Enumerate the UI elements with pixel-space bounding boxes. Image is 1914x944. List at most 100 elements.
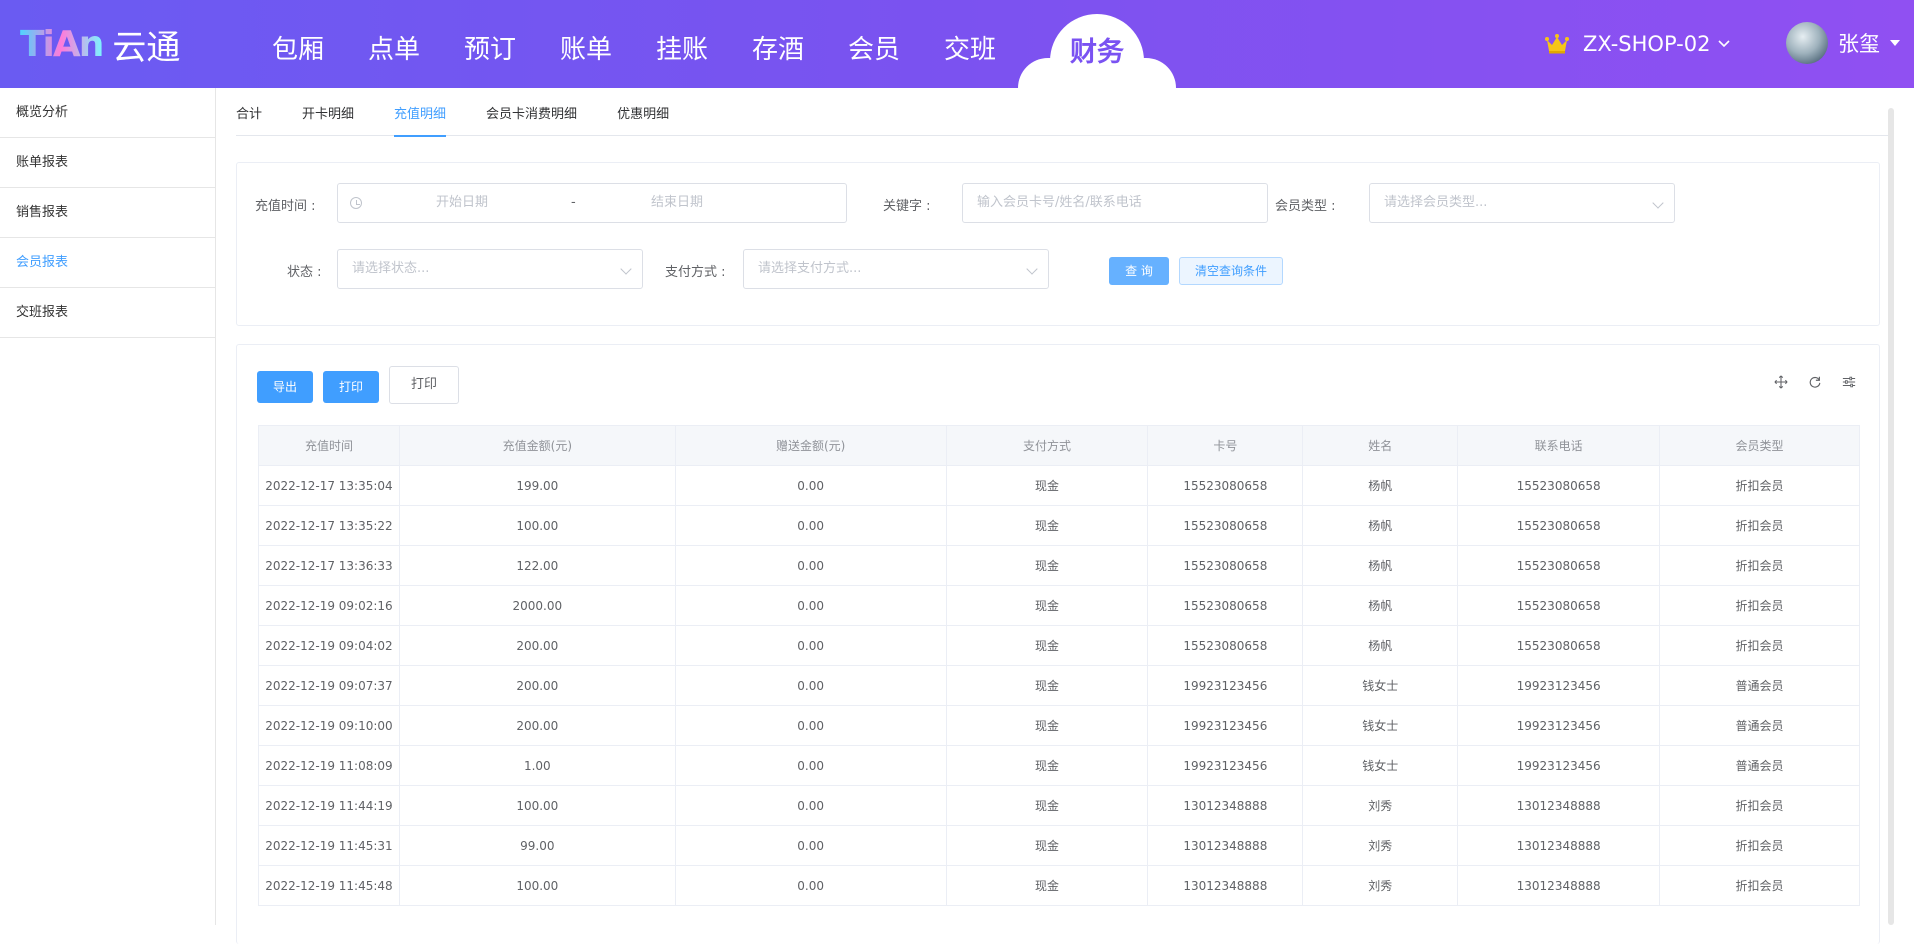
- tab[interactable]: 优惠明细: [617, 104, 669, 136]
- nav-item[interactable]: 账单: [538, 0, 634, 88]
- table-cell: 13012348888: [1457, 825, 1661, 866]
- nav-item[interactable]: 会员: [826, 0, 922, 88]
- scrollbar[interactable]: [1888, 108, 1894, 925]
- table-row[interactable]: 2022-12-19 11:45:48 100.00 0.00 现金 130123488…: [258, 865, 1860, 906]
- table-row[interactable]: 2022-12-17 13:36:33 122.00 0.00 现金 155230806…: [258, 545, 1860, 586]
- table-cell: 2022-12-19 11:45:31: [258, 825, 400, 866]
- table-cell: 199.00: [398, 465, 676, 506]
- table-cell: 普通会员: [1659, 745, 1860, 786]
- column-header[interactable]: 赠送金额(元): [674, 425, 947, 466]
- date-range-picker[interactable]: 开始日期 - 结束日期: [337, 183, 847, 223]
- sidebar-item[interactable]: 账单报表: [0, 138, 215, 188]
- column-header[interactable]: 充值时间: [258, 425, 400, 466]
- table-cell: 杨帆: [1302, 585, 1459, 626]
- member-type-label: 会员类型 :: [1275, 199, 1336, 214]
- logo-mark: TiAn: [20, 23, 104, 65]
- tab[interactable]: 会员卡消费明细: [486, 104, 577, 136]
- table-row[interactable]: 2022-12-19 09:04:02 200.00 0.00 现金 155230806…: [258, 625, 1860, 666]
- table-body: 2022-12-17 13:35:04 199.00 0.00 现金 155230806…: [258, 465, 1860, 906]
- table-cell: 2022-12-17 13:35:22: [258, 505, 400, 546]
- table-cell: 0.00: [674, 545, 947, 586]
- main-nav: 包厢 点单 预订 账单 挂账 存酒 会员 交班: [250, 0, 1018, 88]
- nav-item[interactable]: 交班: [922, 0, 1018, 88]
- column-header[interactable]: 充值金额(元): [398, 425, 676, 466]
- table-row[interactable]: 2022-12-19 11:08:09 1.00 0.00 现金 19923123456…: [258, 745, 1860, 786]
- tab[interactable]: 开卡明细: [302, 104, 354, 136]
- top-header: TiAn 云通 包厢 点单 预订 账单 挂账 存酒 会员 交班 财务 ZX-SHOP-02 张…: [0, 0, 1914, 108]
- table-cell: 15523080658: [1457, 545, 1661, 586]
- table-row[interactable]: 2022-12-19 09:10:00 200.00 0.00 现金 199231234…: [258, 705, 1860, 746]
- query-button[interactable]: 查 询: [1109, 257, 1169, 285]
- table-cell: 15523080658: [1147, 465, 1304, 506]
- main-content: 合计 开卡明细 充值明细 会员卡消费明细 优惠明细 充值时间 : 开始日期 - 结束日期…: [216, 88, 1914, 944]
- nav-item[interactable]: 存酒: [730, 0, 826, 88]
- table-cell: 杨帆: [1302, 465, 1459, 506]
- table-row[interactable]: 2022-12-17 13:35:22 100.00 0.00 现金 155230806…: [258, 505, 1860, 546]
- column-header[interactable]: 会员类型: [1659, 425, 1860, 466]
- column-header[interactable]: 联系电话: [1457, 425, 1661, 466]
- member-type-placeholder: 请选择会员类型...: [1384, 195, 1488, 210]
- sidebar-item[interactable]: 会员报表: [0, 238, 215, 288]
- table-cell: 现金: [945, 705, 1149, 746]
- refresh-icon[interactable]: [1807, 375, 1823, 391]
- print-button[interactable]: 打印: [323, 371, 379, 403]
- table-cell: 0.00: [674, 785, 947, 826]
- shop-selector[interactable]: ZX-SHOP-02: [1545, 32, 1731, 56]
- status-select[interactable]: 请选择状态...: [337, 249, 643, 289]
- table-cell: 13012348888: [1147, 865, 1304, 906]
- table-cell: 刘秀: [1302, 865, 1459, 906]
- table-row[interactable]: 2022-12-19 09:02:16 2000.00 0.00 现金 15523080…: [258, 585, 1860, 626]
- range-separator: -: [571, 195, 576, 210]
- column-header[interactable]: 姓名: [1302, 425, 1459, 466]
- column-header[interactable]: 支付方式: [945, 425, 1149, 466]
- table-row[interactable]: 2022-12-19 11:45:31 99.00 0.00 现金 1301234888…: [258, 825, 1860, 866]
- filter-panel: 充值时间 : 开始日期 - 结束日期 关键字 : 输入会员卡号/姓名/联系电话 …: [236, 162, 1880, 326]
- nav-item[interactable]: 挂账: [634, 0, 730, 88]
- table-row[interactable]: 2022-12-17 13:35:04 199.00 0.00 现金 155230806…: [258, 465, 1860, 506]
- nav-item[interactable]: 包厢: [250, 0, 346, 88]
- table-row[interactable]: 2022-12-19 11:44:19 100.00 0.00 现金 130123488…: [258, 785, 1860, 826]
- start-date-input[interactable]: 开始日期: [436, 184, 488, 222]
- column-header[interactable]: 卡号: [1147, 425, 1304, 466]
- table-cell: 15523080658: [1457, 625, 1661, 666]
- table-cell: 0.00: [674, 665, 947, 706]
- table-cell: 2022-12-19 11:08:09: [258, 745, 400, 786]
- table-cell: 2022-12-19 11:44:19: [258, 785, 400, 826]
- tab[interactable]: 合计: [236, 104, 262, 136]
- table-cell: 折扣会员: [1659, 825, 1860, 866]
- nav-item-finance[interactable]: 财务: [1018, 14, 1176, 108]
- export-button[interactable]: 导出: [257, 371, 313, 403]
- caret-down-icon: [1890, 40, 1900, 46]
- table-row[interactable]: 2022-12-19 09:07:37 200.00 0.00 现金 199231234…: [258, 665, 1860, 706]
- table-cell: 122.00: [398, 545, 676, 586]
- user-menu[interactable]: 张玺: [1786, 22, 1900, 64]
- settings-sliders-icon[interactable]: [1841, 375, 1857, 391]
- end-date-input[interactable]: 结束日期: [651, 184, 703, 222]
- clock-icon: [350, 197, 362, 209]
- pay-method-select[interactable]: 请选择支付方式...: [743, 249, 1049, 289]
- chevron-down-icon: [620, 263, 632, 275]
- table-cell: 1.00: [398, 745, 676, 786]
- nav-item[interactable]: 点单: [346, 0, 442, 88]
- table-cell: 2022-12-19 09:04:02: [258, 625, 400, 666]
- table-cell: 200.00: [398, 665, 676, 706]
- tab[interactable]: 充值明细: [394, 104, 447, 137]
- table-cell: 折扣会员: [1659, 625, 1860, 666]
- table-cell: 13012348888: [1147, 825, 1304, 866]
- move-icon[interactable]: [1773, 375, 1789, 391]
- sidebar-item[interactable]: 销售报表: [0, 188, 215, 238]
- member-type-select[interactable]: 请选择会员类型...: [1369, 183, 1675, 223]
- print-plain-button[interactable]: 打印: [389, 366, 459, 404]
- table-cell: 折扣会员: [1659, 585, 1860, 626]
- sidebar-item[interactable]: 交班报表: [0, 288, 215, 338]
- nav-item[interactable]: 预订: [442, 0, 538, 88]
- logo: TiAn 云通: [20, 22, 180, 68]
- table-cell: 0.00: [674, 585, 947, 626]
- table-cell: 现金: [945, 865, 1149, 906]
- table-cell: 0.00: [674, 465, 947, 506]
- clear-filter-button[interactable]: 清空查询条件: [1179, 257, 1283, 285]
- table-cell: 钱女士: [1302, 665, 1459, 706]
- keyword-input[interactable]: 输入会员卡号/姓名/联系电话: [962, 183, 1268, 223]
- sidebar-item[interactable]: 概览分析: [0, 88, 215, 138]
- report-tabs: 合计 开卡明细 充值明细 会员卡消费明细 优惠明细: [236, 104, 1894, 137]
